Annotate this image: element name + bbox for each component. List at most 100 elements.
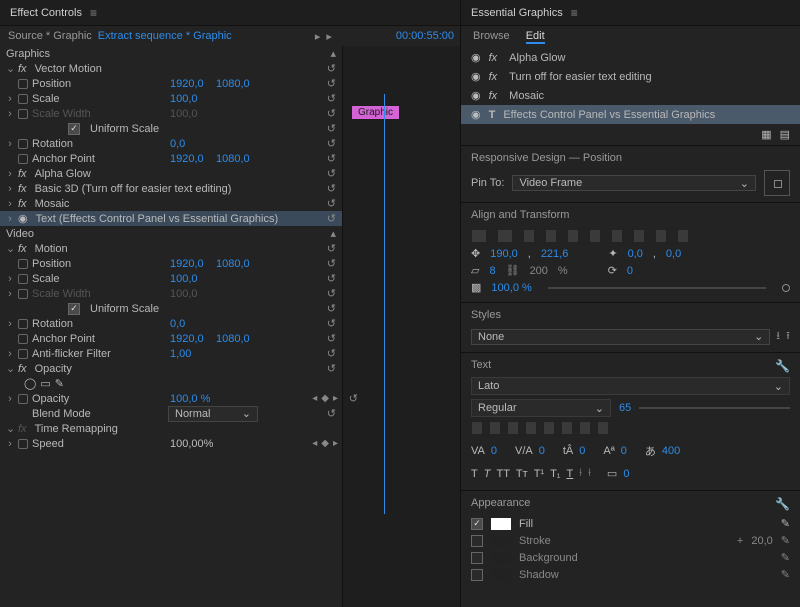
align-right-icon[interactable]: [567, 229, 579, 243]
reset-icon[interactable]: ↺: [327, 122, 336, 135]
distribute-h-icon[interactable]: [655, 229, 667, 243]
basic3d-effect[interactable]: Basic 3D (Turn off for easier text editi…: [35, 183, 232, 195]
faux-bold-icon[interactable]: T: [471, 468, 478, 480]
prev-keyframe-icon[interactable]: ◂: [312, 393, 317, 404]
shadow-swatch[interactable]: [491, 569, 511, 581]
stopwatch-icon[interactable]: [18, 334, 28, 344]
align-vcenter-icon[interactable]: [611, 229, 623, 243]
ellipse-mask-icon[interactable]: ◯: [24, 377, 36, 390]
align-frame-icon[interactable]: [497, 229, 513, 243]
align-left-icon[interactable]: [523, 229, 535, 243]
blend-mode-dropdown[interactable]: Normal⌄: [168, 406, 258, 422]
timecode[interactable]: 00:00:55:00: [396, 30, 454, 43]
collapse-icon[interactable]: ▴: [330, 227, 336, 240]
reset-icon[interactable]: ↺: [327, 182, 336, 195]
pen-mask-icon[interactable]: ✎: [55, 377, 64, 390]
sequence-label[interactable]: Extract sequence * Graphic: [98, 30, 232, 42]
eyedropper-icon[interactable]: ✎: [781, 534, 790, 547]
strikethrough-icon[interactable]: ⟊: [579, 467, 582, 480]
timeline-lane[interactable]: [342, 46, 460, 607]
twirl-icon[interactable]: ⌄: [6, 62, 14, 75]
subscript-icon[interactable]: T₁: [550, 468, 560, 480]
layer-row[interactable]: ◉fxMosaic: [461, 86, 800, 105]
chevron-right-icon[interactable]: ▸: [326, 30, 332, 43]
align-justify-icon[interactable]: [525, 421, 537, 435]
stopwatch-icon[interactable]: [18, 319, 28, 329]
next-keyframe-icon[interactable]: ▸: [333, 393, 338, 404]
eyedropper-icon[interactable]: ✎: [781, 568, 790, 581]
anchor-val2[interactable]: 0,0: [666, 248, 681, 260]
rotation-val[interactable]: 0: [627, 265, 633, 277]
underline-icon[interactable]: T: [567, 468, 574, 480]
stopwatch-icon[interactable]: [18, 94, 28, 104]
distribute-v-icon[interactable]: [677, 229, 689, 243]
anchor-val[interactable]: 0,0: [628, 248, 643, 260]
m-rotation[interactable]: 0,0: [170, 318, 185, 330]
pos-y[interactable]: 221,6: [541, 248, 569, 260]
pin-to-dropdown[interactable]: Video Frame⌄: [512, 175, 756, 191]
shadow-checkbox[interactable]: [471, 569, 483, 581]
motion-effect[interactable]: Motion: [35, 243, 68, 255]
scale-h[interactable]: 200: [530, 265, 548, 277]
tab-icon[interactable]: [597, 421, 609, 435]
superscript-icon[interactable]: T¹: [534, 468, 544, 480]
text-stroke-val[interactable]: 0: [623, 468, 629, 480]
smallcaps-icon[interactable]: Tᴛ: [516, 468, 528, 480]
wrench-icon[interactable]: 🔧: [775, 359, 790, 373]
next-keyframe-icon[interactable]: ▸: [333, 438, 338, 449]
font-size-slider[interactable]: [639, 407, 790, 409]
reset-icon[interactable]: ↺: [327, 242, 336, 255]
playhead[interactable]: [384, 94, 385, 514]
fill-checkbox[interactable]: ✓: [471, 518, 483, 530]
reset-icon[interactable]: ↺: [327, 287, 336, 300]
reset-icon[interactable]: ↺: [327, 362, 336, 375]
align-center-text-icon[interactable]: [489, 421, 501, 435]
opacity-val[interactable]: 100,0 %: [491, 282, 531, 294]
stroke-swatch[interactable]: [491, 535, 511, 547]
align-hcenter-icon[interactable]: [545, 229, 557, 243]
stroke-checkbox[interactable]: [471, 535, 483, 547]
chevron-right-icon[interactable]: ▸: [315, 30, 321, 43]
reset-icon[interactable]: ↺: [327, 62, 336, 75]
visibility-icon[interactable]: ◉: [471, 89, 481, 102]
tab-edit[interactable]: Edit: [526, 30, 545, 44]
tsume-val[interactable]: 400: [662, 445, 680, 457]
background-swatch[interactable]: [491, 552, 511, 564]
layer-row[interactable]: ◉fxAlpha Glow: [461, 48, 800, 67]
stopwatch-icon[interactable]: [18, 394, 28, 404]
style-dropdown[interactable]: None⌄: [471, 329, 770, 345]
opacity-effect[interactable]: Opacity: [35, 363, 72, 375]
rotation-value[interactable]: 0,0: [170, 138, 185, 150]
align-right-text-icon[interactable]: [507, 421, 519, 435]
anchor-y[interactable]: 1080,0: [216, 153, 250, 165]
add-stroke-icon[interactable]: +: [737, 535, 743, 547]
eyedropper-icon[interactable]: ✎: [781, 551, 790, 564]
reset-icon[interactable]: ↺: [327, 107, 336, 120]
reset-icon[interactable]: ↺: [327, 77, 336, 90]
pull-style-icon[interactable]: ⭱: [786, 327, 790, 346]
reset-icon[interactable]: ↺: [349, 392, 358, 405]
opacity-slider[interactable]: [548, 287, 766, 289]
uniform-scale-checkbox[interactable]: ✓: [68, 123, 80, 135]
reset-icon[interactable]: ↺: [327, 257, 336, 270]
reset-icon[interactable]: ↺: [327, 407, 336, 420]
visibility-icon[interactable]: ◉: [471, 108, 481, 121]
clip-label[interactable]: Graphic: [352, 106, 399, 119]
m-anchor-x[interactable]: 1920,0: [170, 333, 204, 345]
baseline-val[interactable]: 0: [621, 445, 627, 457]
reset-icon[interactable]: ↺: [327, 272, 336, 285]
position-x[interactable]: 1920,0: [170, 78, 204, 90]
antiflicker-val[interactable]: 1,00: [170, 348, 191, 360]
new-group-icon[interactable]: ▦: [761, 128, 771, 141]
add-keyframe-icon[interactable]: ◆: [321, 393, 329, 404]
reset-icon[interactable]: ↺: [327, 137, 336, 150]
m-pos-x[interactable]: 1920,0: [170, 258, 204, 270]
align-justify-last-left-icon[interactable]: [543, 421, 555, 435]
font-family-dropdown[interactable]: Lato⌄: [471, 377, 790, 395]
prev-keyframe-icon[interactable]: ◂: [312, 438, 317, 449]
mosaic-effect[interactable]: Mosaic: [35, 198, 70, 210]
time-remap-effect[interactable]: Time Remapping: [35, 423, 118, 435]
pos-x[interactable]: 190,0: [490, 248, 518, 260]
align-left-text-icon[interactable]: [471, 421, 483, 435]
text-layer[interactable]: Text (Effects Control Panel vs Essential…: [36, 213, 279, 225]
